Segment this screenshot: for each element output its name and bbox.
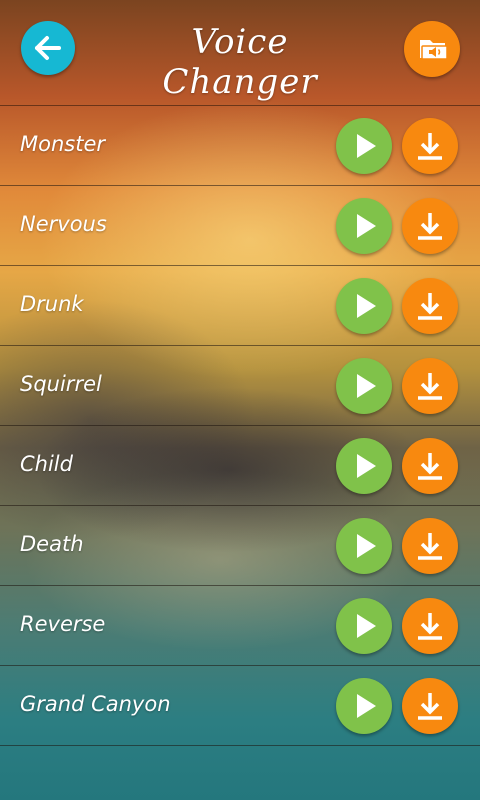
download-button[interactable] bbox=[402, 278, 458, 334]
arrow-left-icon bbox=[35, 36, 61, 60]
voice-effect-list: Monster Nervous Drunk Squirrel Child Dea… bbox=[0, 106, 480, 746]
app-header: Voice Changer bbox=[0, 0, 480, 106]
play-button[interactable] bbox=[336, 118, 392, 174]
effect-label: Reverse bbox=[20, 612, 106, 636]
effect-row: Drunk bbox=[0, 266, 480, 346]
download-button[interactable] bbox=[402, 118, 458, 174]
effect-row: Reverse bbox=[0, 586, 480, 666]
effect-row: Grand Canyon bbox=[0, 666, 480, 746]
play-button[interactable] bbox=[336, 198, 392, 254]
effect-row: Monster bbox=[0, 106, 480, 186]
play-icon bbox=[357, 294, 376, 318]
play-icon bbox=[357, 694, 376, 718]
effect-label: Nervous bbox=[20, 212, 107, 236]
play-button[interactable] bbox=[336, 678, 392, 734]
effect-label: Child bbox=[20, 452, 73, 476]
page-title: Voice Changer bbox=[162, 22, 318, 102]
effect-row: Squirrel bbox=[0, 346, 480, 426]
play-button[interactable] bbox=[336, 358, 392, 414]
download-icon bbox=[418, 373, 442, 400]
effect-label: Drunk bbox=[20, 292, 84, 316]
play-icon bbox=[357, 214, 376, 238]
effect-row: Death bbox=[0, 506, 480, 586]
saved-files-button[interactable] bbox=[404, 21, 460, 77]
effect-label: Monster bbox=[20, 132, 106, 156]
download-icon bbox=[418, 133, 442, 160]
download-icon bbox=[418, 293, 442, 320]
download-icon bbox=[418, 533, 442, 560]
download-button[interactable] bbox=[402, 598, 458, 654]
play-icon bbox=[357, 614, 376, 638]
download-button[interactable] bbox=[402, 358, 458, 414]
download-icon bbox=[418, 693, 442, 720]
play-icon bbox=[357, 454, 376, 478]
download-icon bbox=[418, 453, 442, 480]
download-button[interactable] bbox=[402, 518, 458, 574]
download-icon bbox=[418, 613, 442, 640]
back-button[interactable] bbox=[21, 21, 75, 75]
effect-row: Child bbox=[0, 426, 480, 506]
play-button[interactable] bbox=[336, 438, 392, 494]
effect-row: Nervous bbox=[0, 186, 480, 266]
download-button[interactable] bbox=[402, 438, 458, 494]
play-button[interactable] bbox=[336, 518, 392, 574]
audio-folder-icon bbox=[420, 40, 448, 60]
play-button[interactable] bbox=[336, 278, 392, 334]
play-icon bbox=[357, 134, 376, 158]
effect-label: Grand Canyon bbox=[20, 692, 171, 716]
play-icon bbox=[357, 374, 376, 398]
download-button[interactable] bbox=[402, 678, 458, 734]
download-icon bbox=[418, 213, 442, 240]
effect-label: Squirrel bbox=[20, 372, 102, 396]
effect-label: Death bbox=[20, 532, 84, 556]
play-icon bbox=[357, 534, 376, 558]
download-button[interactable] bbox=[402, 198, 458, 254]
play-button[interactable] bbox=[336, 598, 392, 654]
